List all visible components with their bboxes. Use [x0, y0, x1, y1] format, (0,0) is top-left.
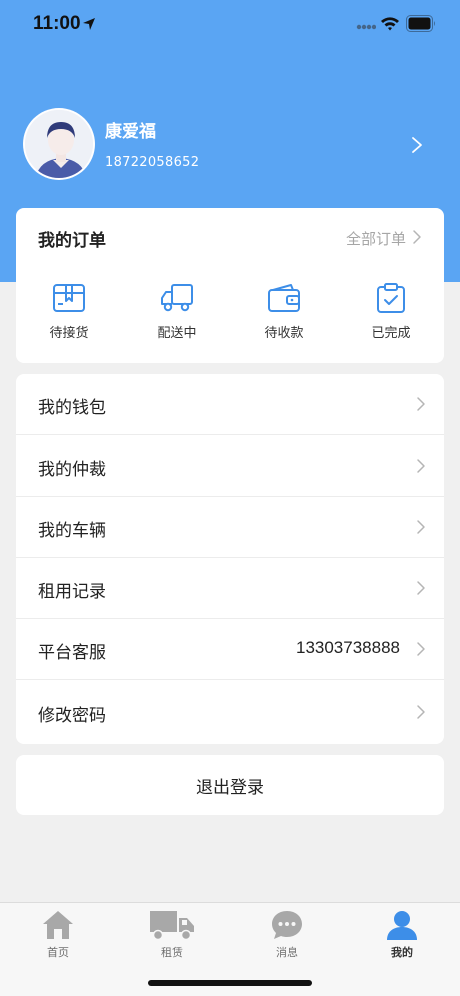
tab-rental[interactable]: 租赁: [132, 909, 212, 960]
package-icon: [53, 284, 85, 312]
chat-icon: [272, 911, 302, 939]
tab-label: 租赁: [161, 946, 183, 959]
menu-item-label: 平台客服: [38, 643, 106, 663]
menu-item-wallet[interactable]: 我的钱包: [16, 374, 444, 435]
wifi-icon: [381, 17, 399, 31]
order-status-pending-pickup[interactable]: 待接货: [24, 282, 114, 341]
menu-item-customer-service[interactable]: 平台客服 13303738888: [16, 619, 444, 680]
order-status-label: 待接货: [49, 326, 89, 341]
home-indicator: [148, 980, 312, 986]
location-arrow-icon: [83, 18, 95, 30]
status-time: 11:00: [33, 13, 81, 34]
menu-item-arbitration[interactable]: 我的仲裁: [16, 436, 444, 497]
all-orders-link[interactable]: 全部订单: [346, 228, 406, 249]
menu-item-vehicles[interactable]: 我的车辆: [16, 497, 444, 558]
tab-mine[interactable]: 我的: [362, 909, 442, 960]
signal-dots-icon: [356, 24, 376, 30]
status-bar: 11:00: [0, 0, 460, 52]
menu-card: 我的钱包 我的仲裁 我的车辆 租用记录 平台客服 13303738888 修改密…: [16, 374, 444, 744]
person-avatar-icon: [25, 110, 93, 178]
order-status-delivering[interactable]: 配送中: [132, 282, 222, 341]
tab-label: 消息: [276, 946, 298, 959]
home-icon: [43, 911, 73, 939]
battery-icon: [406, 15, 435, 32]
truck-icon: [161, 284, 193, 312]
order-status-awaiting-payment[interactable]: 待收款: [239, 282, 329, 341]
tab-messages[interactable]: 消息: [247, 909, 327, 960]
menu-item-label: 租用记录: [38, 582, 106, 602]
orders-card: 我的订单 全部订单 待接货 配送中 待收款 已完成: [16, 208, 444, 363]
tab-label: 我的: [391, 946, 413, 959]
tab-home[interactable]: 首页: [18, 909, 98, 960]
user-phone: 18722058652: [105, 155, 200, 170]
chevron-right-icon: [417, 520, 425, 534]
chevron-right-icon: [417, 581, 425, 595]
menu-item-label: 修改密码: [38, 706, 106, 726]
profile-header[interactable]: 康爱福 18722058652: [0, 105, 460, 185]
avatar[interactable]: [23, 108, 95, 180]
user-name: 康爱福: [105, 122, 156, 142]
logout-button[interactable]: 退出登录: [16, 755, 444, 815]
order-status-completed[interactable]: 已完成: [346, 282, 436, 341]
truck-icon: [150, 911, 194, 941]
logout-label: 退出登录: [196, 778, 264, 798]
menu-item-label: 我的钱包: [38, 398, 106, 418]
chevron-right-icon: [417, 642, 425, 656]
chevron-right-icon: [417, 459, 425, 473]
chevron-right-icon: [417, 705, 425, 719]
wallet-icon: [268, 284, 300, 312]
chevron-right-icon: [417, 397, 425, 411]
clipboard-check-icon: [377, 283, 405, 313]
chevron-right-icon[interactable]: [410, 135, 424, 155]
customer-service-phone: 13303738888: [295, 638, 400, 657]
menu-item-label: 我的车辆: [38, 521, 106, 541]
orders-title: 我的订单: [38, 231, 106, 251]
person-icon: [387, 911, 417, 940]
order-status-label: 配送中: [157, 326, 197, 341]
tab-label: 首页: [47, 946, 69, 959]
menu-item-change-password[interactable]: 修改密码: [16, 682, 444, 743]
order-status-label: 已完成: [371, 326, 411, 341]
menu-item-rental-records[interactable]: 租用记录: [16, 558, 444, 619]
chevron-right-icon[interactable]: [412, 229, 422, 245]
order-status-label: 待收款: [264, 326, 304, 341]
menu-item-label: 我的仲裁: [38, 460, 106, 480]
